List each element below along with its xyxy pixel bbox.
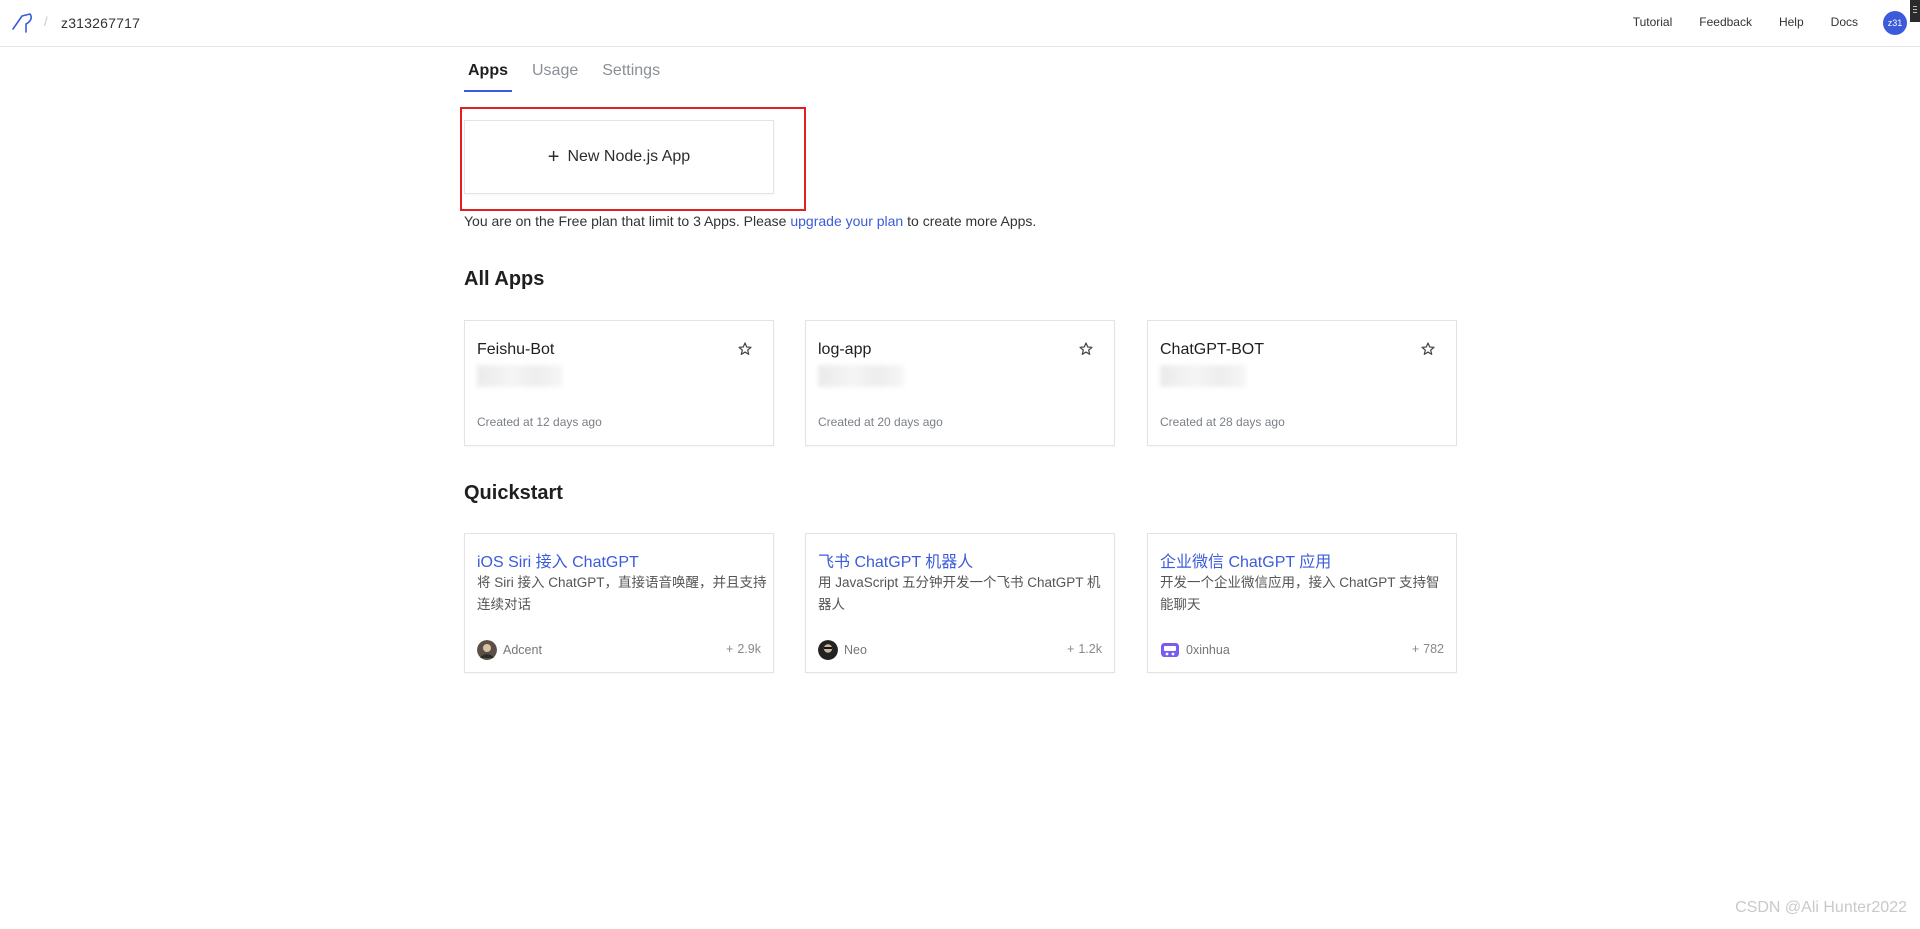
author: Adcent [477,640,542,660]
created-at: Created at 28 days ago [1160,415,1285,429]
fork-count-value: 2.9k [737,642,761,656]
nav-link-feedback[interactable]: Feedback [1699,15,1752,29]
star-icon[interactable] [1078,341,1094,357]
author-avatar [477,640,497,660]
new-app-label: New Node.js App [567,148,691,165]
fork-count-value: 1.2k [1078,642,1102,656]
plan-note: You are on the Free plan that limit to 3… [464,213,1036,229]
tab-usage[interactable]: Usage [528,62,582,92]
top-nav: Tutorial Feedback Help Docs [1606,15,1858,29]
quickstart-title-link[interactable]: 企业微信 ChatGPT 应用 [1160,548,1331,572]
created-at: Created at 12 days ago [477,415,602,429]
logo-icon[interactable] [10,10,36,36]
plus-icon: + [547,146,560,168]
app-name: ChatGPT-BOT [1160,341,1265,358]
menu-handle-icon[interactable] [1910,0,1920,22]
author-name: Adcent [503,643,542,657]
new-nodejs-app-button[interactable]: + New Node.js App [464,120,774,194]
plan-note-text-end: to create more Apps. [903,213,1037,229]
quickstart-card[interactable]: iOS Siri 接入 ChatGPT 将 Siri 接入 ChatGPT，直接… [464,533,774,673]
fork-count[interactable]: +782 [1412,642,1444,656]
quickstart-card[interactable]: 飞书 ChatGPT 机器人 用 JavaScript 五分钟开发一个飞书 Ch… [805,533,1115,673]
author-name: Neo [844,643,867,657]
quickstart-description: 将 Siri 接入 ChatGPT，直接语音唤醒，并且支持连续对话 [477,575,767,612]
nav-link-docs[interactable]: Docs [1831,15,1858,29]
star-icon[interactable] [1420,341,1436,357]
app-card[interactable]: Feishu-Bot Created at 12 days ago [464,320,774,446]
author: 0xinhua [1160,640,1230,660]
app-name: Feishu-Bot [477,341,555,358]
quickstart-description: 用 JavaScript 五分钟开发一个飞书 ChatGPT 机器人 [818,575,1101,612]
app-card[interactable]: ChatGPT-BOT Created at 28 days ago [1147,320,1457,446]
author-avatar [818,640,838,660]
tab-apps[interactable]: Apps [464,62,512,92]
app-name: log-app [818,341,872,358]
redacted-description [477,365,563,387]
fork-count-value: 782 [1423,642,1444,656]
user-avatar[interactable]: z31 [1883,11,1907,35]
top-bar: / z313267717 Tutorial Feedback Help Docs… [0,0,1920,47]
nav-link-help[interactable]: Help [1779,15,1804,29]
author: Neo [818,640,867,660]
all-apps-title: All Apps [464,268,545,290]
upgrade-plan-link[interactable]: upgrade your plan [790,213,903,229]
fork-count[interactable]: +2.9k [726,642,761,656]
plus-icon: + [1411,642,1420,656]
author-name: 0xinhua [1186,643,1230,657]
plan-note-text: You are on the Free plan that limit to 3… [464,213,791,229]
app-card[interactable]: log-app Created at 20 days ago [805,320,1115,446]
quickstart-card[interactable]: 企业微信 ChatGPT 应用 开发一个企业微信应用，接入 ChatGPT 支持… [1147,533,1457,673]
watermark: CSDN @Ali Hunter2022 [1735,899,1907,916]
redacted-description [1160,365,1246,387]
quickstart-description: 开发一个企业微信应用，接入 ChatGPT 支持智能聊天 [1160,575,1440,612]
plus-icon: + [726,642,734,656]
tab-settings[interactable]: Settings [598,62,664,92]
username[interactable]: z313267717 [61,15,140,31]
star-icon[interactable] [737,341,753,357]
quickstart-title: Quickstart [464,482,563,504]
quickstart-title-link[interactable]: iOS Siri 接入 ChatGPT [477,548,639,572]
plus-icon: + [1067,642,1075,656]
breadcrumb-separator: / [44,14,48,29]
quickstart-title-link[interactable]: 飞书 ChatGPT 机器人 [818,548,973,572]
author-avatar [1161,643,1179,657]
nav-link-tutorial[interactable]: Tutorial [1633,15,1673,29]
redacted-description [818,365,904,387]
tabs: Apps Usage Settings [464,62,680,92]
created-at: Created at 20 days ago [818,415,943,429]
fork-count[interactable]: +1.2k [1067,642,1102,656]
